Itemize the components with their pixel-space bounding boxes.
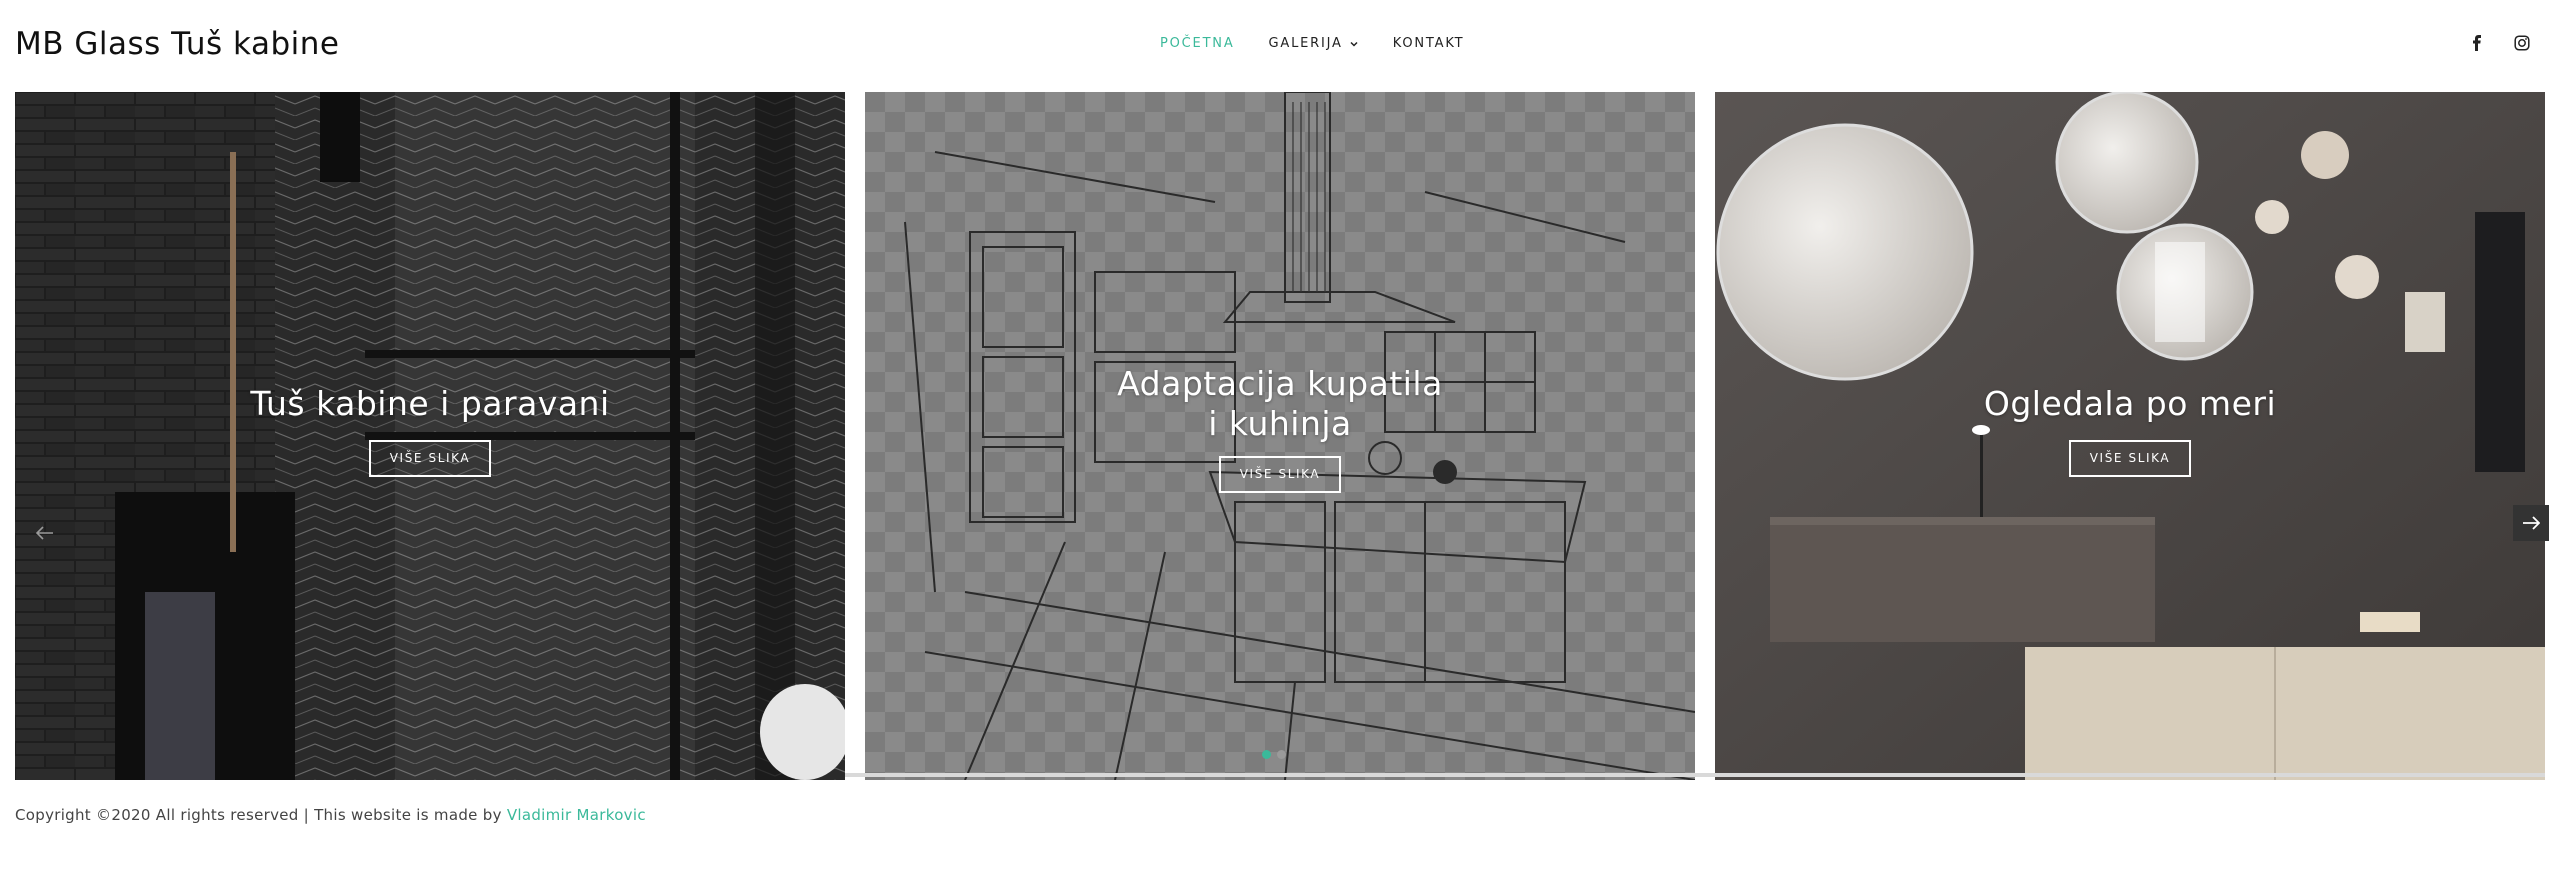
slider-dots (1262, 750, 1286, 759)
main-nav: POČETNA GALERIJA KONTAKT (1160, 36, 1498, 51)
slide-shower-cabins[interactable]: Tuš kabine i paravani VIŠE SLIKA (15, 92, 845, 780)
next-slide-button[interactable] (2513, 505, 2549, 541)
slide-caption: Tuš kabine i paravani VIŠE SLIKA (15, 384, 845, 477)
chevron-down-icon (1350, 41, 1358, 47)
more-photos-button[interactable]: VIŠE SLIKA (369, 440, 491, 477)
nav-item-label: KONTAKT (1392, 36, 1465, 51)
footer-copyright: Copyright ©2020 All rights reserved | Th… (15, 806, 646, 824)
nav-item-label: POČETNA (1160, 36, 1235, 51)
slide-caption: Ogledala po meri VIŠE SLIKA (1715, 384, 2545, 477)
arrow-right-icon (2523, 516, 2540, 530)
copyright-text: Copyright ©2020 All rights reserved | Th… (15, 806, 507, 824)
slide-custom-mirrors[interactable]: Ogledala po meri VIŠE SLIKA (1715, 92, 2545, 780)
slider-progress-track (845, 773, 2545, 777)
more-photos-button[interactable]: VIŠE SLIKA (2069, 440, 2191, 477)
more-photos-button[interactable]: VIŠE SLIKA (1219, 456, 1341, 493)
instagram-icon[interactable] (2511, 32, 2533, 54)
slide-title: Adaptacija kupatila i kuhinja (1117, 364, 1443, 443)
facebook-icon[interactable] (2466, 32, 2488, 54)
site-header: MB Glass Tuš kabine POČETNA GALERIJA KON… (0, 0, 2560, 92)
arrow-left-icon (36, 526, 53, 540)
prev-slide-button[interactable] (30, 518, 60, 548)
slider-dot[interactable] (1262, 750, 1271, 759)
nav-item-galerija[interactable]: GALERIJA (1269, 36, 1359, 51)
hero-slider[interactable]: Tuš kabine i paravani VIŠE SLIKA Adaptac… (15, 92, 2549, 780)
nav-item-pocetna[interactable]: POČETNA (1160, 36, 1235, 51)
slide-caption: Adaptacija kupatila i kuhinja VIŠE SLIKA (865, 364, 1695, 493)
slider-dot[interactable] (1277, 750, 1286, 759)
slide-title: Tuš kabine i paravani (250, 384, 610, 423)
slide-title: Ogledala po meri (1983, 384, 2277, 423)
slide-renovation[interactable]: Adaptacija kupatila i kuhinja VIŠE SLIKA (865, 92, 1695, 780)
site-logo[interactable]: MB Glass Tuš kabine (15, 26, 339, 62)
nav-item-kontakt[interactable]: KONTAKT (1393, 36, 1465, 51)
author-link[interactable]: Vladimir Markovic (507, 806, 646, 824)
nav-item-label: GALERIJA (1268, 36, 1343, 51)
